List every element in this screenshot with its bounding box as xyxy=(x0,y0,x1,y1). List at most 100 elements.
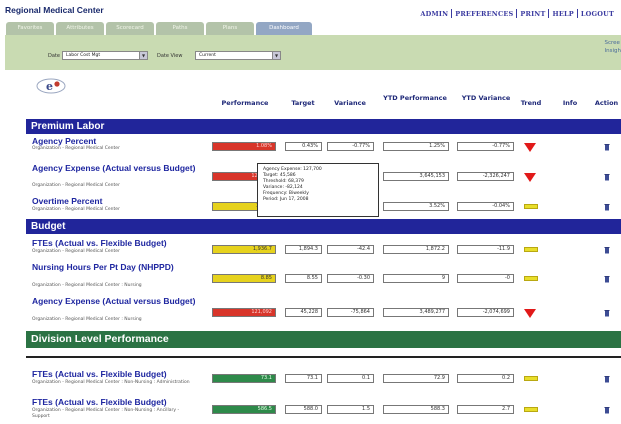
col-target[interactable]: Target xyxy=(285,99,321,107)
ytd-performance-value: 3,645,153 xyxy=(383,172,449,181)
col-ytd-variance[interactable]: YTD Variance xyxy=(457,94,515,102)
tab-dashboard[interactable]: Dashboard xyxy=(256,22,312,35)
trash-icon[interactable] xyxy=(604,309,610,317)
tab-bar: Favorites Attributes Scorecard Paths Pla… xyxy=(6,22,314,35)
section-premium-labor: Premium Labor xyxy=(26,119,621,134)
target-value: 1,894.3 xyxy=(285,245,322,254)
performance-value[interactable]: 73.1 xyxy=(212,374,276,383)
ytd-performance-value: 588.3 xyxy=(383,405,449,414)
performance-value[interactable]: 121,092 xyxy=(212,308,276,317)
trash-icon[interactable] xyxy=(604,375,610,383)
variance-value: 1.5 xyxy=(327,405,374,414)
tab-favorites[interactable]: Favorites xyxy=(6,22,54,35)
tab-scorecard[interactable]: Scorecard xyxy=(106,22,154,35)
date-view-label: Date View xyxy=(157,53,183,59)
divider xyxy=(26,356,621,358)
performance-value[interactable]: 1.08% xyxy=(212,142,276,151)
ytd-performance-value: 1.25% xyxy=(383,142,449,151)
metric-org: Organization - Regional Medical Center xyxy=(32,249,120,254)
print-link[interactable]: PRINT xyxy=(517,10,548,18)
date-label: Date xyxy=(48,53,60,59)
trend-down-icon xyxy=(524,309,536,318)
trash-icon[interactable] xyxy=(604,173,610,181)
ytd-performance-value: 72.9 xyxy=(383,374,449,383)
ytd-variance-value: -0.77% xyxy=(457,142,514,151)
variance-value: 0.1 xyxy=(327,374,374,383)
metric-org: Organization - Regional Medical Center :… xyxy=(32,408,180,419)
ytd-variance-value: -0.04% xyxy=(457,202,514,211)
ytd-variance-value: -11.9 xyxy=(457,245,514,254)
trend-flat-icon xyxy=(524,247,538,252)
ytd-variance-value: -2,326,247 xyxy=(457,172,514,181)
metric-tooltip: Agency Expense: 127,700 Target: 45,586 T… xyxy=(257,163,379,217)
variance-value: -42.4 xyxy=(327,245,374,254)
target-value: 8.55 xyxy=(285,274,322,283)
trash-icon[interactable] xyxy=(604,275,610,283)
metric-name[interactable]: FTEs (Actual vs. Flexible Budget) xyxy=(32,370,167,379)
ytd-performance-value: 3.52% xyxy=(383,202,449,211)
col-info[interactable]: Info xyxy=(557,99,583,107)
tooltip-line: Period: Jun 17, 2008 xyxy=(263,197,309,202)
target-value: 45,228 xyxy=(285,308,322,317)
col-variance[interactable]: Variance xyxy=(326,99,374,107)
col-action[interactable]: Action xyxy=(592,99,621,107)
target-value: 0.43% xyxy=(285,142,322,151)
date-select[interactable]: Labor Cost Mgt ▼ xyxy=(62,51,148,60)
trend-down-icon xyxy=(524,173,536,182)
date-select-value: Labor Cost Mgt xyxy=(66,53,101,58)
performance-value[interactable]: 1,936.7 xyxy=(212,245,276,254)
col-performance[interactable]: Performance xyxy=(213,99,277,107)
ytd-variance-value: 0.2 xyxy=(457,374,514,383)
trend-flat-icon xyxy=(524,204,538,209)
trash-icon[interactable] xyxy=(604,246,610,254)
target-value: 588.0 xyxy=(285,405,322,414)
section-division-level: Division Level Performance xyxy=(26,331,621,348)
ytd-performance-value: 3,489,277 xyxy=(383,308,449,317)
ytd-variance-value: -2,074,699 xyxy=(457,308,514,317)
performance-value[interactable]: 586.5 xyxy=(212,405,276,414)
trend-flat-icon xyxy=(524,376,538,381)
metric-name[interactable]: FTEs (Actual vs. Flexible Budget) xyxy=(32,398,167,407)
cropped-side-text: Scree Insigh xyxy=(605,39,621,55)
cropped-text-line: Scree xyxy=(604,40,620,46)
trash-icon[interactable] xyxy=(604,143,610,151)
metric-org: Organization - Regional Medical Center :… xyxy=(32,380,190,385)
metric-org: Organization - Regional Medical Center xyxy=(32,183,120,188)
preferences-link[interactable]: PREFERENCES xyxy=(452,10,516,18)
date-view-select-value: Current xyxy=(199,53,216,58)
col-trend[interactable]: Trend xyxy=(518,99,544,107)
metric-name[interactable]: Agency Expense (Actual versus Budget) xyxy=(32,297,197,306)
performance-value[interactable]: 8.85 xyxy=(212,274,276,283)
section-budget: Budget xyxy=(26,219,621,234)
metric-org: Organization - Regional Medical Center :… xyxy=(32,283,142,288)
trash-icon[interactable] xyxy=(604,203,610,211)
metric-name[interactable]: Overtime Percent xyxy=(32,197,102,206)
variance-value: -75,864 xyxy=(327,308,374,317)
cropped-text-line: Insigh xyxy=(604,48,621,54)
admin-link[interactable]: ADMIN xyxy=(417,10,451,18)
trend-flat-icon xyxy=(524,407,538,412)
tab-paths[interactable]: Paths xyxy=(156,22,204,35)
variance-value: -0.77% xyxy=(327,142,374,151)
svg-text:e: e xyxy=(46,80,53,93)
logo-icon: e xyxy=(36,78,66,94)
col-ytd-performance[interactable]: YTD Performance xyxy=(382,94,448,102)
metric-name[interactable]: Agency Percent xyxy=(32,137,96,146)
metric-name[interactable]: FTEs (Actual vs. Flexible Budget) xyxy=(32,239,167,248)
metric-org: Organization - Regional Medical Center xyxy=(32,207,120,212)
date-view-select[interactable]: Current ▼ xyxy=(195,51,281,60)
metric-org: Organization - Regional Medical Center :… xyxy=(32,317,142,322)
trash-icon[interactable] xyxy=(604,406,610,414)
chevron-down-icon[interactable]: ▼ xyxy=(139,52,147,59)
metric-name[interactable]: Agency Expense (Actual versus Budget) xyxy=(32,164,197,173)
app-title: Regional Medical Center xyxy=(5,5,104,15)
metric-name[interactable]: Nursing Hours Per Pt Day (NHPPD) xyxy=(32,263,182,272)
tab-attributes[interactable]: Attributes xyxy=(56,22,104,35)
metric-org: Organization - Regional Medical Center xyxy=(32,146,120,151)
chevron-down-icon[interactable]: ▼ xyxy=(272,52,280,59)
ytd-performance-value: 1,872.2 xyxy=(383,245,449,254)
ytd-performance-value: 9 xyxy=(383,274,449,283)
help-link[interactable]: HELP xyxy=(549,10,576,18)
tab-plans[interactable]: Plans xyxy=(206,22,254,35)
logout-link[interactable]: LOGOUT xyxy=(578,10,617,18)
